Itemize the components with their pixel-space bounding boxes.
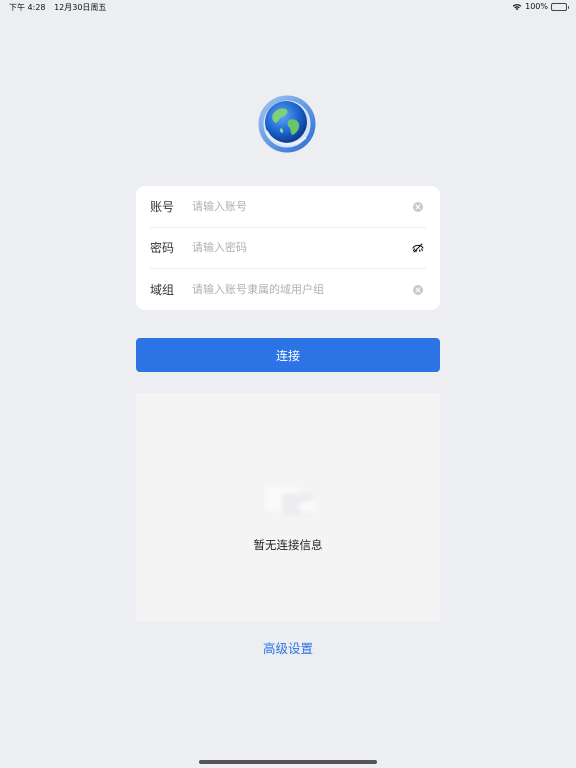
login-form: 账号 密码 域组 xyxy=(136,186,440,310)
eye-off-icon xyxy=(412,238,424,257)
advanced-settings-row: 高级设置 xyxy=(0,638,576,657)
status-time: 下午 4:28 xyxy=(9,3,46,12)
clear-icon xyxy=(413,201,423,212)
home-indicator[interactable] xyxy=(199,760,377,764)
domain-label: 域组 xyxy=(150,283,175,297)
connection-history-panel: 暂无连接信息 xyxy=(136,393,440,621)
wifi-icon xyxy=(512,3,522,11)
password-input[interactable] xyxy=(192,237,402,258)
status-left: 下午 4:28 12月30日周五 xyxy=(9,2,112,13)
status-date: 12月30日周五 xyxy=(54,3,107,12)
clear-icon xyxy=(413,284,423,295)
advanced-settings-link[interactable]: 高级设置 xyxy=(263,641,313,656)
battery-icon xyxy=(551,2,569,11)
account-label: 账号 xyxy=(150,200,175,214)
battery-percent: 100% xyxy=(525,2,548,11)
account-input[interactable] xyxy=(192,196,402,217)
status-bar: 下午 4:28 12月30日周五 100% xyxy=(0,0,576,14)
empty-state-illustration xyxy=(264,481,326,521)
password-row: 密码 xyxy=(136,227,440,268)
account-row: 账号 xyxy=(136,186,440,227)
domain-row: 域组 xyxy=(136,269,440,310)
clear-domain-button[interactable] xyxy=(412,284,424,296)
connect-button[interactable]: 连接 xyxy=(136,338,440,372)
domain-input[interactable] xyxy=(192,279,402,300)
status-right: 100% xyxy=(512,2,569,11)
empty-state-text: 暂无连接信息 xyxy=(253,538,323,552)
password-visibility-toggle[interactable] xyxy=(412,242,424,254)
password-label: 密码 xyxy=(150,241,175,255)
globe-icon xyxy=(255,92,319,156)
clear-account-button[interactable] xyxy=(412,201,424,213)
